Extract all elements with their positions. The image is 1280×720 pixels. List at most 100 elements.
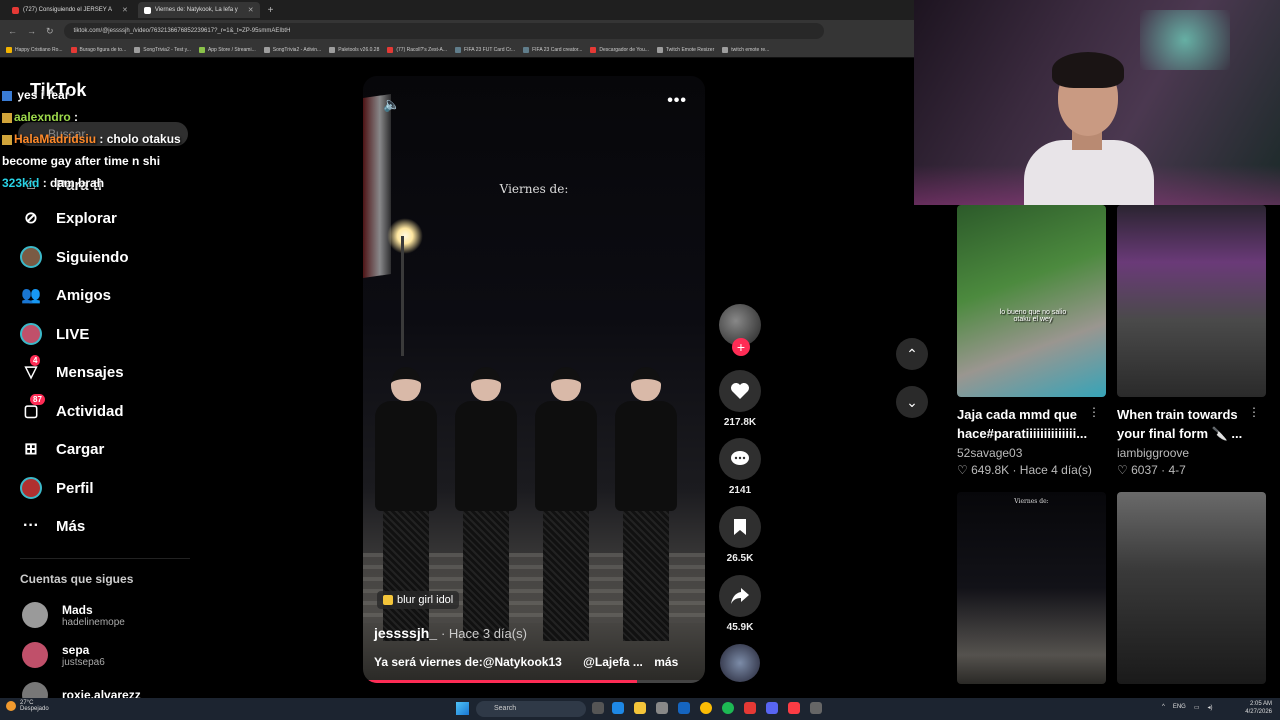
bookmark-item[interactable]: Descargador de You... <box>590 46 649 53</box>
network-icon[interactable]: ▭ <box>1194 704 1200 711</box>
bookmark-item[interactable]: twitch emote re... <box>722 46 769 53</box>
browser-tab-youtube[interactable]: (727) Consiguiendo el JERSEY A ✕ <box>6 2 134 18</box>
music-app-icon[interactable] <box>788 702 800 714</box>
card-more-icon[interactable]: ⋮ <box>1088 405 1100 419</box>
chrome-icon[interactable] <box>700 702 712 714</box>
recommended-video-card[interactable]: ⋮ When train towards your final form 🔪 .… <box>1117 205 1266 477</box>
following-account[interactable]: Mads hadelinemope <box>22 602 125 628</box>
chevron-up-icon[interactable]: ^ <box>1162 704 1165 711</box>
video-thumbnail[interactable] <box>1117 492 1266 684</box>
sidebar-item-perfil[interactable]: Perfil <box>20 473 94 503</box>
like-action[interactable]: 217.8K <box>718 370 762 428</box>
windows-start-icon[interactable] <box>456 702 469 715</box>
app-icon[interactable] <box>744 702 756 714</box>
description-text: Ya será viernes de:@Natykook13 <box>374 655 562 669</box>
sidebar-item-label: Mensajes <box>56 363 124 381</box>
close-tab-icon[interactable]: ✕ <box>248 6 254 14</box>
url-field[interactable]: tiktok.com/@jessssjh_/video/763213667685… <box>63 23 824 39</box>
bookmark-item[interactable]: FIFA 23 FUT Card Cr... <box>455 46 515 53</box>
sidebar-item-live[interactable]: LIVE <box>20 319 89 349</box>
close-tab-icon[interactable]: ✕ <box>122 6 128 14</box>
file-explorer-icon[interactable] <box>634 702 646 714</box>
sidebar-item-label: Siguiendo <box>56 248 129 266</box>
bookmark-item[interactable]: App Store / Streami... <box>198 46 256 53</box>
tab-label: (727) Consiguiendo el JERSEY A <box>23 7 112 13</box>
video-progress-bar[interactable] <box>363 680 705 683</box>
card-title: Jaja cada mmd que hace#paratiiiiiiiiiiii… <box>957 407 1088 441</box>
share-action[interactable]: 45.9K <box>718 575 762 633</box>
comment-icon[interactable] <box>719 438 761 480</box>
video-thumbnail[interactable]: Viernes de: <box>957 492 1106 684</box>
taskbar-search[interactable]: Search <box>476 701 586 717</box>
bookmark-favicon-icon <box>590 46 597 53</box>
recommended-video-card[interactable] <box>1117 492 1266 684</box>
video-thumbnail[interactable] <box>1117 205 1266 397</box>
sidebar-item-mensajes[interactable]: ▽ 4 Mensajes <box>20 355 124 387</box>
chat-message: aalexndro : <box>2 106 202 128</box>
sidebar-item-amigos[interactable]: 👥 Amigos <box>20 280 111 310</box>
following-account[interactable]: sepa justsepa6 <box>22 642 105 668</box>
volume-icon[interactable]: ◂) <box>1208 704 1213 711</box>
forward-arrow-icon[interactable]: → <box>27 26 36 36</box>
bookmark-favicon-icon <box>198 46 205 53</box>
bookmark-item[interactable]: SongTrivia2 - Adivin... <box>263 46 321 53</box>
spotify-icon[interactable] <box>722 702 734 714</box>
card-user[interactable]: iambiggroove <box>1117 446 1266 460</box>
music-disc-icon[interactable] <box>720 644 760 682</box>
mail-icon[interactable] <box>678 702 690 714</box>
bookmark-item[interactable]: Twitch Emote Resizer <box>656 46 714 53</box>
bookmark-label: App Store / Streami... <box>207 46 256 53</box>
more-options-icon[interactable]: ••• <box>667 92 687 110</box>
more-link[interactable]: más <box>654 655 678 669</box>
next-video-button[interactable]: ⌄ <box>896 386 928 418</box>
card-user[interactable]: 52savage03 <box>957 446 1106 460</box>
discord-icon[interactable] <box>766 702 778 714</box>
video-author[interactable]: jessssjh_ · Hace 3 día(s) <box>374 625 527 641</box>
bookmark-item[interactable]: Burago figura de to... <box>70 46 126 53</box>
bookmark-item[interactable]: Paletools v26.0.28 <box>329 46 379 53</box>
author-name[interactable]: jessssjh_ <box>374 625 437 641</box>
bookmark-item[interactable]: Happy Cristiano Ro... <box>6 46 63 53</box>
video-player[interactable]: 🔈 ••• Viernes de: blur girl idol jessssj… <box>363 76 705 683</box>
store-icon[interactable] <box>656 702 668 714</box>
edge-icon[interactable] <box>612 702 624 714</box>
sidebar-item-siguiendo[interactable]: Siguiendo <box>20 242 129 272</box>
back-arrow-icon[interactable]: ← <box>8 26 17 36</box>
bookmark-action[interactable]: 26.5K <box>718 506 762 564</box>
share-icon[interactable] <box>719 575 761 617</box>
browser-tab-tiktok[interactable]: Viernes de: Natykook, La lefa y ✕ <box>137 2 260 18</box>
sidebar-divider <box>20 558 190 559</box>
app-icon[interactable] <box>810 702 822 714</box>
volume-icon[interactable]: 🔈 <box>383 96 400 113</box>
chat-message: yes i fear <box>2 84 202 106</box>
sidebar-item-cargar[interactable]: ⊞ Cargar <box>20 434 104 464</box>
sidebar-item-más[interactable]: ··· Más <box>20 511 85 541</box>
reload-icon[interactable]: ↻ <box>46 26 54 37</box>
follow-plus-icon[interactable]: + <box>732 338 750 356</box>
bookmark-item[interactable]: FIFA 23 Card creator... <box>523 46 582 53</box>
task-view-icon[interactable] <box>592 702 604 714</box>
description-mention[interactable]: @Lajefa ... <box>583 655 643 669</box>
comment-action[interactable]: 2141 <box>718 438 762 496</box>
sidebar-item-actividad[interactable]: ▢ 87 Actividad <box>20 394 124 426</box>
clock[interactable]: 2:05 AM 4/27/2026 <box>1245 700 1272 716</box>
effect-tag[interactable]: blur girl idol <box>377 591 460 609</box>
effect-tag-label: blur girl idol <box>397 594 454 606</box>
heart-icon[interactable] <box>719 370 761 412</box>
language-indicator[interactable]: ENG <box>1173 704 1186 711</box>
card-more-icon[interactable]: ⋮ <box>1248 405 1260 419</box>
bookmark-item[interactable]: SongTrivia2 - Test y... <box>134 46 191 53</box>
recommended-video-card[interactable]: Viernes de: <box>957 492 1106 684</box>
video-thumbnail[interactable]: lo bueno que no salio otaku el wey <box>957 205 1106 397</box>
weather-widget[interactable]: 27°C Despejado <box>6 700 49 712</box>
upload-icon: ⊞ <box>24 441 38 458</box>
bookmark-item[interactable]: (77) Racoll?'s Zest-A... <box>387 46 447 53</box>
video-overlay-text: Viernes de: <box>499 182 569 196</box>
bookmark-icon[interactable] <box>719 506 761 548</box>
new-tab-icon[interactable]: + <box>268 5 274 16</box>
previous-video-button[interactable]: ⌃ <box>896 338 928 370</box>
recommended-video-card[interactable]: lo bueno que no salio otaku el wey ⋮ Jaj… <box>957 205 1106 477</box>
author-avatar[interactable]: + <box>719 304 761 356</box>
sidebar-item-explorar[interactable]: ⊘ Explorar <box>20 203 117 233</box>
street-lamp-pole <box>401 236 404 356</box>
